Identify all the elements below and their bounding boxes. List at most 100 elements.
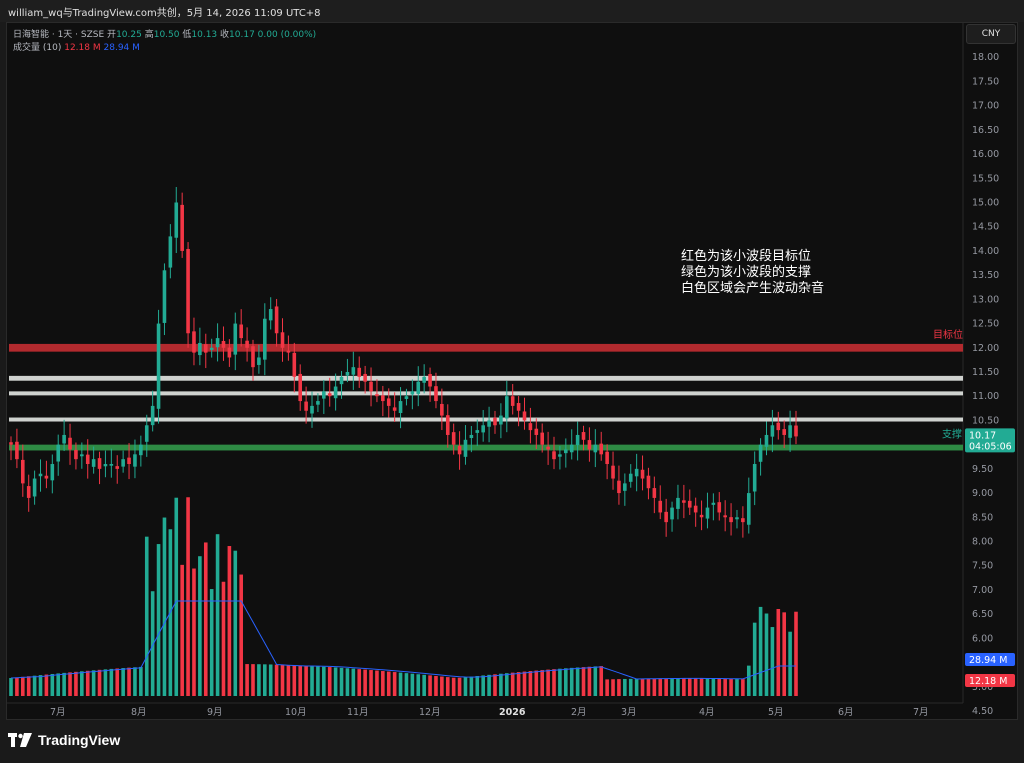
volume-bar [794, 611, 798, 696]
candle-body [292, 352, 297, 377]
candle-body [741, 518, 745, 523]
candle-body [676, 497, 680, 509]
chart-panel[interactable]: 18.5018.0017.5017.0016.5016.0015.5015.00… [6, 22, 1018, 720]
candle-body [227, 347, 232, 358]
candle-body [268, 309, 273, 321]
target-zone-label: 目标位 [933, 328, 963, 341]
volume-bars [9, 497, 798, 696]
candle-body [156, 323, 161, 409]
volume-bar [333, 667, 338, 696]
volume-bar [682, 678, 686, 696]
volume-bar [463, 677, 468, 696]
x-tick-label: 12月 [419, 707, 441, 718]
volume-bar [564, 668, 568, 696]
volume-bar [262, 664, 267, 696]
volume-bar [746, 665, 751, 696]
volume-bar [623, 678, 627, 696]
candle-body [682, 500, 686, 503]
volume-bar [457, 677, 462, 696]
volume-bar [729, 678, 733, 696]
volume-bar [357, 669, 362, 696]
volume-bar [611, 679, 615, 696]
volume-bar [245, 664, 249, 696]
candle-body [85, 454, 90, 465]
candle-body [493, 417, 497, 426]
x-tick-label: 10月 [285, 707, 307, 718]
candle-body [144, 425, 149, 442]
volume-bar [776, 608, 781, 696]
volume-bar [634, 678, 639, 696]
candle-body [416, 381, 421, 394]
candle-body [9, 442, 13, 445]
y-tick-label: 8.00 [972, 537, 993, 548]
volume-bar [764, 613, 769, 696]
candle-body [80, 454, 84, 457]
low-value: 10.13 [191, 30, 218, 40]
volume-bar [180, 564, 184, 696]
symbol-name[interactable]: 日海智能 · 1天 · SZSE [13, 30, 104, 40]
candle-body [109, 464, 114, 466]
y-tick-label: 12.00 [972, 343, 999, 354]
candle-body [15, 441, 19, 460]
volume-bar [91, 670, 96, 696]
volume-bar [233, 550, 238, 696]
volume-bar [9, 678, 13, 696]
volume-bar [38, 675, 43, 696]
tradingview-logo-icon [8, 733, 32, 747]
symbol-legend: 日海智能 · 1天 · SZSE 开10.25 高10.50 低10.13 收1… [13, 27, 316, 40]
candle-body [599, 443, 604, 455]
y-tick-label: 7.00 [972, 585, 993, 596]
volume-value: 12.18 M [64, 43, 101, 53]
candle-body [239, 324, 243, 339]
candle-body [192, 331, 196, 353]
tradingview-logo-text: TradingView [38, 732, 121, 748]
currency-button[interactable]: CNY [966, 24, 1016, 44]
candle-body [257, 357, 261, 365]
candle-body [68, 437, 72, 450]
volume-bar [386, 671, 391, 696]
volume-bar [26, 676, 31, 696]
candle-body [168, 236, 173, 268]
volume-bar [298, 665, 303, 696]
volume-bar [209, 589, 214, 696]
candle-body [658, 500, 663, 513]
volume-bar [85, 670, 90, 696]
candle-body [469, 434, 474, 439]
candle-body [670, 507, 674, 520]
candle-body [38, 473, 43, 477]
candle-body [21, 459, 25, 484]
volume-bar [723, 678, 727, 696]
volume-bar [280, 664, 285, 696]
chart-canvas[interactable]: 18.5018.0017.5017.0016.5016.0015.5015.00… [7, 23, 1017, 719]
share-caption: william_wq与TradingView.com共创，5月 14, 2026… [8, 8, 321, 19]
x-tick-label: 3月 [621, 707, 637, 718]
candle-body [623, 483, 627, 491]
candle-body [97, 458, 102, 469]
close-value: 10.17 [229, 30, 255, 40]
candle-body [339, 376, 344, 385]
zone-support [9, 444, 963, 451]
y-tick-label: 6.50 [972, 609, 993, 620]
candle-body [646, 475, 651, 489]
candle-body [664, 511, 668, 523]
candle-body [369, 381, 373, 392]
candle-body [322, 391, 326, 399]
volume-bar [292, 665, 297, 696]
candle-body [575, 434, 580, 446]
volume-label[interactable]: 成交量 (10) [13, 43, 61, 53]
volume-badge-text: 12.18 M [969, 676, 1007, 687]
candle-body [262, 318, 267, 360]
tradingview-logo[interactable]: TradingView [8, 732, 120, 748]
volume-bar [481, 675, 485, 696]
candle-body [729, 517, 733, 523]
candle-body [351, 367, 356, 375]
volume-bar [109, 668, 114, 696]
y-tick-label: 14.00 [972, 246, 999, 257]
note-line: 绿色为该小波段的支撑 [681, 265, 812, 280]
volume-bar [705, 678, 710, 696]
candle-body [133, 454, 137, 467]
volume-bar [198, 556, 202, 696]
volume-bar [74, 671, 78, 696]
volume-legend: 成交量 (10) 12.18 M 28.94 M [13, 40, 140, 53]
candle-body [428, 374, 432, 387]
